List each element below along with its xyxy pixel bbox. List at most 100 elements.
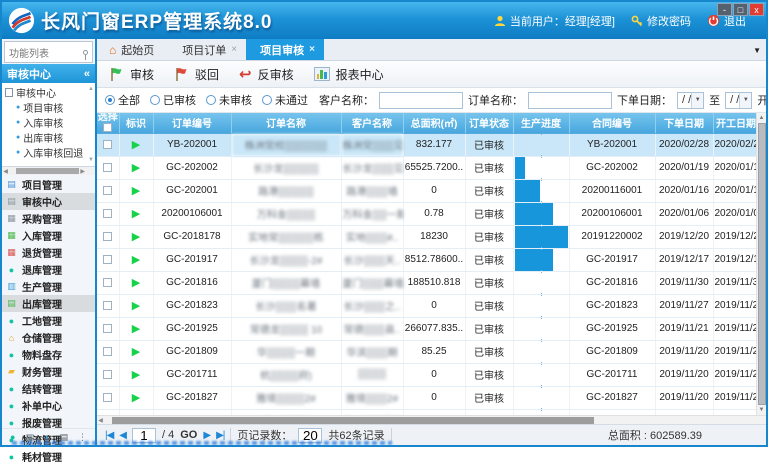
table-row[interactable]: GC-201711 杭▒▒▒▒府) ▒▒▒▒ 0 已审核 GC-201711 2… [97, 363, 756, 386]
table-row[interactable]: GC-202001 路港▒▒▒▒▒ 路港▒▒▒墙 0 已审核 202001160… [97, 179, 756, 202]
tab[interactable]: 项目订单 × [168, 39, 246, 60]
scroll-left-icon[interactable]: ◀ [97, 417, 104, 424]
row-checkbox[interactable] [103, 163, 112, 172]
table-row[interactable]: GC-201816 厦门▒▒▒▒幕墙 厦门▒▒▒幕墙 188510.818 已审… [97, 271, 756, 294]
row-checkbox[interactable] [103, 370, 112, 379]
scroll-up-icon[interactable]: ▲ [759, 114, 765, 122]
row-checkbox[interactable] [103, 278, 112, 287]
table-row[interactable]: GC-2018178 实地常▒▒▒▒▒栋 实地▒▒▒#.. 18230 已审核 … [97, 225, 756, 248]
pin-icon[interactable] [83, 50, 88, 55]
table-row[interactable]: GC-202002 长沙龙▒▒▒▒▒ 长沙龙▒▒▒见.. 65525.7200.… [97, 156, 756, 179]
row-checkbox[interactable] [103, 209, 112, 218]
sidebar-menu-item[interactable]: ● 退库管理 [2, 261, 95, 278]
status-radio[interactable]: 已审核 [150, 92, 196, 108]
table-row[interactable]: GC-201917 长沙龙▒▒▒▒-2# 长沙▒▒▒天.. 8512.78600… [97, 248, 756, 271]
radio-icon[interactable] [150, 95, 160, 105]
audit-button[interactable]: 审核 [109, 66, 154, 83]
sidebar-menu-item[interactable]: ● 耗材管理 [2, 448, 95, 465]
close-button[interactable]: x [749, 3, 764, 16]
column-header[interactable]: 开工日期 [713, 113, 756, 133]
tab-overflow-icon[interactable]: ▼ [753, 46, 761, 55]
sidebar-menu-item[interactable]: ● 结转管理 [2, 380, 95, 397]
next-page-button[interactable]: ▶ [203, 430, 210, 441]
report-center-button[interactable]: 报表中心 [314, 66, 384, 83]
prev-page-button[interactable]: ◀ [119, 430, 126, 441]
change-password-button[interactable]: 修改密码 [631, 13, 691, 29]
horizontal-scrollbar[interactable]: ◀ [97, 415, 766, 424]
row-checkbox[interactable] [103, 301, 112, 310]
tree-item[interactable]: ● 项目审核 [5, 100, 87, 115]
column-header[interactable]: 下单日期 [655, 113, 713, 133]
sidebar-menu-item[interactable]: ● 补单中心 [2, 397, 95, 414]
tree-item[interactable]: ● 出库审核 [5, 130, 87, 145]
collapse-icon[interactable] [84, 68, 90, 80]
scroll-right-icon[interactable]: ▶ [79, 168, 86, 175]
order-date-from-input[interactable]: / / ▼ [677, 92, 704, 109]
tab[interactable]: 起始页 [100, 39, 168, 60]
row-checkbox[interactable] [103, 393, 112, 402]
row-checkbox[interactable] [103, 186, 112, 195]
scrollbar-thumb[interactable] [16, 168, 79, 174]
sidebar-menu-item[interactable]: ▦ 入库管理 [2, 227, 95, 244]
table-row[interactable]: GC-201925 常德龙▒▒▒▒ 10 常德▒▒▒县.. 266077.835… [97, 317, 756, 340]
minimize-button[interactable]: - [717, 3, 732, 16]
radio-icon[interactable] [262, 95, 272, 105]
column-header[interactable]: 订单名称 [231, 113, 341, 133]
scroll-down-icon[interactable]: ▼ [759, 406, 765, 414]
sidebar-menu-item[interactable]: ▤ 项目管理 [2, 176, 95, 193]
scrollbar-thumb[interactable] [112, 417, 594, 424]
column-header[interactable]: 生产进度 [513, 113, 569, 133]
sidebar-menu-item[interactable]: ▤ 审核中心 [2, 193, 95, 210]
table-row[interactable]: GC-201827 雅境▒▒▒▒2# 雅境▒▒▒2# 0 已审核 GC-2018… [97, 386, 756, 409]
tab-close-icon[interactable]: × [231, 44, 237, 55]
table-row[interactable]: GC-201809 华▒▒▒▒一期 华滨▒▒▒期 85.25 已审核 GC-20… [97, 340, 756, 363]
status-radio[interactable]: 全部 [105, 92, 140, 108]
sidebar-panel-header[interactable]: 审核中心 [2, 64, 95, 83]
last-page-button[interactable]: ▶| [216, 430, 224, 441]
row-checkbox[interactable] [103, 255, 112, 264]
tree-item[interactable]: ● 入库审核回退 [5, 145, 87, 160]
dropdown-icon[interactable]: ▼ [691, 93, 703, 108]
go-button[interactable]: GO [180, 429, 197, 441]
tab-close-icon[interactable]: × [309, 44, 315, 55]
sidebar-menu-item[interactable]: ● 工地管理 [2, 312, 95, 329]
status-radio[interactable]: 未通过 [262, 92, 308, 108]
unaudit-button[interactable]: ↩ 反审核 [239, 66, 294, 83]
column-header-select[interactable]: 选择 [97, 113, 119, 133]
customer-name-input[interactable] [379, 92, 463, 109]
scroll-up-icon[interactable]: ▲ [88, 86, 94, 92]
row-checkbox[interactable] [103, 232, 112, 241]
vertical-scrollbar[interactable]: ▲ ▼ [756, 113, 766, 415]
row-checkbox[interactable] [103, 324, 112, 333]
column-header[interactable]: 订单编号 [153, 113, 231, 133]
first-page-button[interactable]: |◀ [105, 430, 113, 441]
status-radio[interactable]: 未审核 [206, 92, 252, 108]
dropdown-icon[interactable]: ▼ [739, 93, 751, 108]
row-checkbox[interactable] [103, 347, 112, 356]
table-row[interactable]: YB-202001 株洲党校▒▒▒▒▒▒ 株洲党▒▒▒见.. 832.177 已… [97, 133, 756, 156]
tree-root-audit-center[interactable]: 审核中心 [5, 85, 87, 100]
column-header[interactable]: 订单状态 [465, 113, 513, 133]
column-header[interactable]: 标识 [119, 113, 153, 133]
order-date-to-input[interactable]: / / ▼ [725, 92, 752, 109]
sidebar-menu-item[interactable]: ▥ 生产管理 [2, 278, 95, 295]
sidebar-menu-item[interactable]: ● 物料盘存 [2, 346, 95, 363]
radio-icon[interactable] [206, 95, 216, 105]
sidebar-menu-item[interactable]: ▰ 财务管理 [2, 363, 95, 380]
column-header[interactable]: 客户名称 [341, 113, 403, 133]
reject-button[interactable]: 驳回 [174, 66, 219, 83]
sidebar-menu-item[interactable]: ⌂ 仓储管理 [2, 329, 95, 346]
tab[interactable]: 项目审核 × [246, 39, 324, 60]
scroll-left-icon[interactable]: ◀ [2, 168, 9, 175]
maximize-button[interactable]: □ [733, 3, 748, 16]
row-checkbox[interactable] [103, 140, 112, 149]
sidebar-menu-item[interactable]: ▤ 出库管理 [2, 295, 95, 312]
scrollbar-thumb[interactable] [758, 123, 766, 405]
radio-icon[interactable] [105, 95, 115, 105]
column-header[interactable]: 总面积(㎡) [403, 113, 465, 133]
function-list-box[interactable]: 功能列表 [4, 41, 93, 63]
tree-item[interactable]: ● 入库审核 [5, 115, 87, 130]
sidebar-menu-item[interactable]: ▦ 采购管理 [2, 210, 95, 227]
select-all-checkbox[interactable] [103, 123, 112, 132]
order-name-input[interactable] [528, 92, 612, 109]
